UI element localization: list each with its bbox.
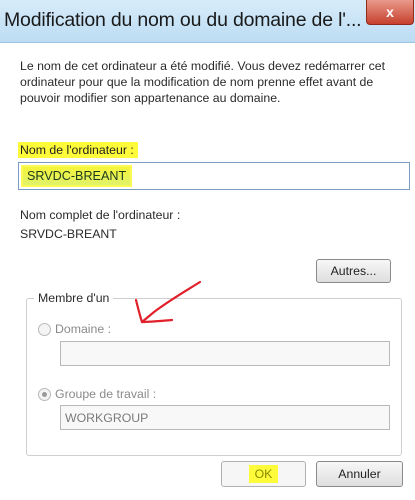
full-name-label: Nom complet de l'ordinateur : — [20, 208, 181, 222]
domain-field[interactable] — [60, 341, 390, 366]
ok-button[interactable]: OK — [221, 461, 306, 487]
domain-radio[interactable] — [38, 322, 51, 336]
dialog-title: Modification du nom ou du domaine de l'.… — [4, 9, 362, 31]
title-bar[interactable]: Modification du nom ou du domaine de l'.… — [0, 0, 415, 43]
close-icon: x — [386, 4, 394, 20]
ok-label: OK — [248, 465, 279, 483]
more-button[interactable]: Autres... — [316, 259, 391, 283]
workgroup-field[interactable]: WORKGROUP — [60, 405, 390, 430]
workgroup-radio[interactable] — [38, 387, 51, 401]
close-button[interactable]: x — [366, 0, 414, 25]
membership-legend: Membre d'un — [34, 291, 114, 305]
computer-name-input[interactable]: SRVDC-BREANT — [18, 162, 410, 190]
domain-label: Domaine : — [55, 322, 112, 336]
full-name-value: SRVDC-BREANT — [20, 227, 117, 241]
dialog-window: Modification du nom ou du domaine de l'.… — [0, 0, 415, 500]
computer-name-value: SRVDC-BREANT — [23, 167, 131, 185]
computer-name-label: Nom de l'ordinateur : — [18, 142, 138, 158]
cancel-button[interactable]: Annuler — [316, 461, 403, 487]
workgroup-value: WORKGROUP — [65, 411, 149, 425]
red-arrow-annotation — [134, 280, 202, 324]
intro-text: Le nom de cet ordinateur a été modifié. … — [20, 59, 386, 105]
workgroup-label: Groupe de travail : — [55, 387, 157, 401]
workgroup-option[interactable]: Groupe de travail : — [38, 387, 156, 401]
domain-option[interactable]: Domaine : — [38, 322, 111, 336]
